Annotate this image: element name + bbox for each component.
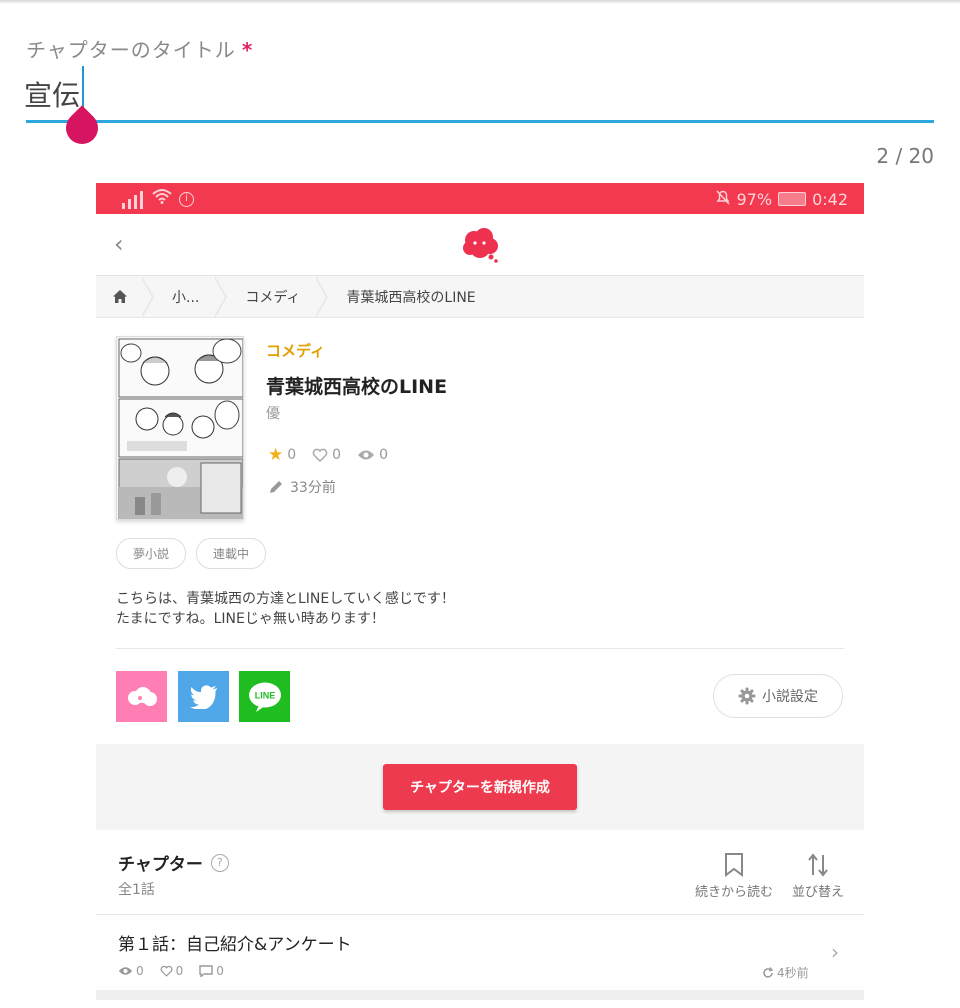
chapter-item-time: 4秒前 [762, 964, 809, 981]
chapters-heading: チャプター ? [118, 850, 229, 875]
heart-icon [312, 448, 328, 462]
clock: 0:42 [812, 189, 848, 209]
signal-bar [140, 191, 143, 209]
novel-genre[interactable]: コメディ [266, 340, 325, 361]
sort-arrows-icon [808, 853, 828, 877]
tag[interactable]: 連載中 [196, 538, 267, 569]
breadcrumb-item-category[interactable]: 小... [156, 276, 217, 318]
chapters-heading-text: チャプター [118, 855, 203, 875]
novel-cover-image[interactable] [116, 336, 244, 520]
svg-text:LINE: LINE [254, 690, 275, 700]
breadcrumb-home[interactable] [96, 276, 144, 318]
chapter-item-title[interactable]: 第１話：自己紹介&アンケート [118, 930, 352, 955]
bookmark-icon [725, 853, 743, 877]
resume-reading-label: 続きから読む [694, 885, 773, 900]
tag-list: 夢小説 連載中 [116, 538, 267, 569]
star-icon: ★ [268, 445, 284, 465]
updated-time-text: 33分前 [290, 480, 336, 496]
status-bar: i 97% 0:42 [96, 183, 864, 214]
chapter-comment-count: 0 [216, 964, 224, 978]
description-line: こちらは、青葉城西の方達とLINEしていく感じです！ [116, 591, 455, 607]
battery-icon [778, 192, 807, 206]
signal-icon [122, 203, 125, 209]
character-counter: 2 / 20 [876, 144, 934, 168]
like-count: 0 [332, 447, 342, 463]
eye-icon [358, 450, 375, 460]
settings-button-label: 小説設定 [762, 689, 818, 705]
breadcrumb-item-genre[interactable]: コメディ [229, 276, 318, 318]
novel-description: こちらは、青葉城西の方達とLINEしていく感じです！ たまにですね。LINEじゃ… [116, 589, 455, 629]
mute-bell-icon [715, 189, 731, 209]
share-line-button[interactable]: LINE [239, 671, 290, 722]
breadcrumb-separator [314, 275, 330, 318]
info-icon: i [179, 192, 194, 207]
app-bar: ‹ [96, 214, 864, 276]
required-mark: * [241, 38, 254, 62]
signal-bar [128, 199, 131, 209]
cloud-logo-icon [127, 686, 157, 706]
create-chapter-button[interactable]: チャプターを新規作成 [383, 764, 577, 810]
comment-icon [199, 965, 213, 977]
chapters-count: 全1話 [118, 882, 155, 898]
breadcrumb-separator [140, 275, 156, 318]
back-chevron-icon[interactable]: ‹ [114, 232, 124, 256]
gear-icon [738, 687, 756, 705]
divider [116, 648, 844, 649]
novel-settings-button[interactable]: 小説設定 [713, 674, 843, 718]
novel-stats: ★ 0 0 0 [268, 445, 388, 465]
eye-icon [118, 967, 133, 975]
chevron-right-icon[interactable]: › [831, 940, 839, 964]
chapter-title-label: チャプターのタイトル * [26, 38, 254, 62]
sort-label: 並び替え [791, 885, 844, 900]
breadcrumb-separator [213, 275, 229, 318]
updated-time: 33分前 [268, 477, 336, 497]
breadcrumb-item-novel: 青葉城西高校のLINE [346, 289, 476, 306]
brand-logo-icon[interactable] [460, 226, 500, 264]
input-underline [26, 120, 934, 123]
view-count: 0 [379, 447, 389, 463]
signal-bar [134, 195, 137, 209]
list-bottom-strip [96, 990, 864, 1000]
share-pink-button[interactable] [116, 671, 167, 722]
pencil-icon [270, 481, 282, 493]
novel-title: 青葉城西高校のLINE [266, 376, 448, 398]
twitter-icon [189, 684, 217, 709]
text-cursor [82, 66, 84, 108]
help-icon[interactable]: ? [210, 853, 229, 872]
chapter-item-stats: 0 0 0 [118, 964, 224, 978]
heart-icon [160, 965, 173, 977]
create-chapter-area: チャプターを新規作成 [96, 744, 864, 830]
tag[interactable]: 夢小説 [116, 538, 187, 569]
star-count: 0 [287, 447, 297, 463]
battery-percent: 97% [736, 189, 773, 209]
novel-author[interactable]: 優 [266, 403, 280, 423]
line-logo-icon: LINE [248, 682, 281, 712]
share-twitter-button[interactable] [178, 671, 229, 722]
chapter-view-count: 0 [136, 964, 144, 978]
breadcrumb: 小... コメディ 青葉城西高校のLINE [96, 275, 864, 318]
divider [96, 914, 864, 915]
wifi-icon [152, 188, 172, 209]
resume-reading-button[interactable]: 続きから読む [693, 849, 775, 900]
status-icons-left: i [122, 188, 194, 209]
description-line: たまにですね。LINEじゃ無い時あります！ [116, 611, 385, 627]
status-icons-right: 97% 0:42 [715, 189, 848, 209]
chapter-time-text: 4秒前 [777, 966, 809, 980]
chapter-title-input[interactable] [24, 66, 934, 122]
refresh-icon [763, 966, 774, 978]
top-edge-shadow [0, 0, 960, 4]
sort-button[interactable]: 並び替え [790, 849, 846, 900]
chapter-like-count: 0 [175, 964, 184, 978]
home-icon [113, 290, 127, 303]
attached-screenshot: i 97% 0:42 ‹ 小... コメディ 青葉城西高校のLINE コメディ … [96, 183, 864, 1000]
